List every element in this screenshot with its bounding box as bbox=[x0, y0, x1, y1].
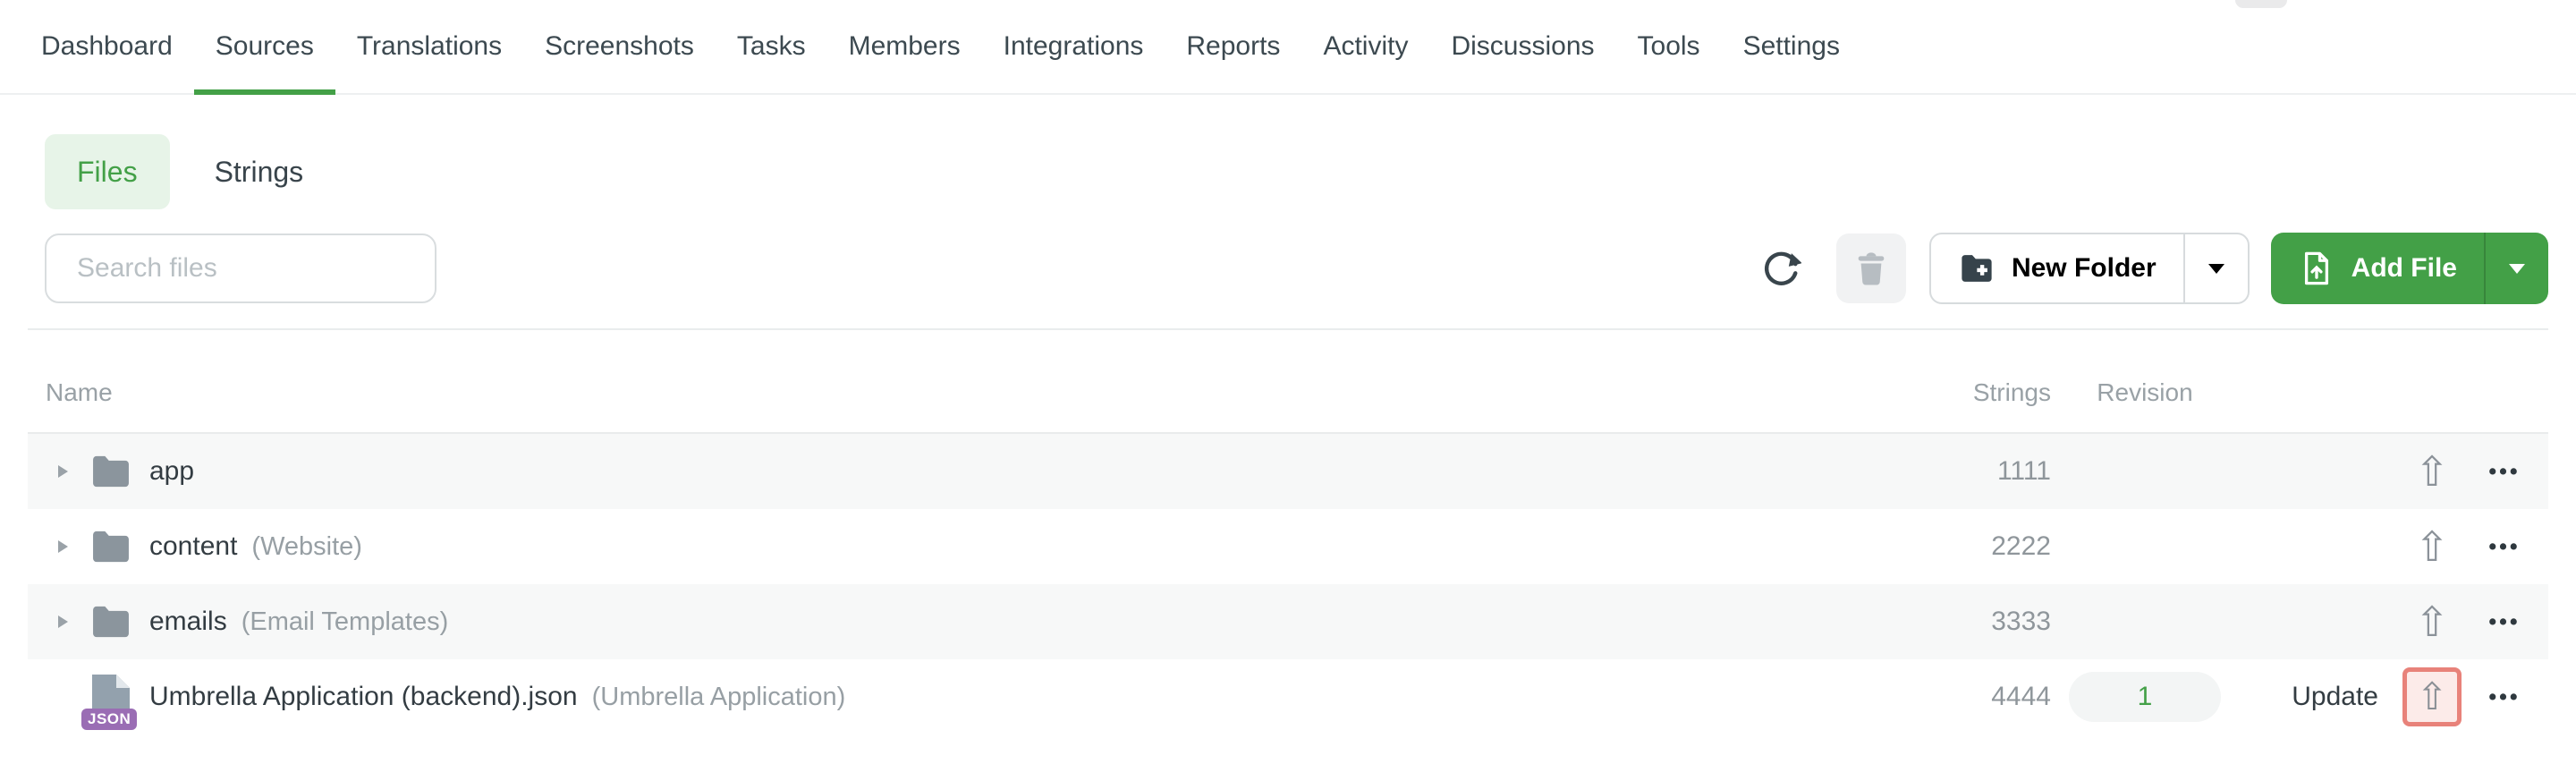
strings-count: 3333 bbox=[1991, 607, 2051, 636]
folder-icon bbox=[93, 531, 129, 563]
nav-tab-dashboard[interactable]: Dashboard bbox=[20, 0, 194, 93]
column-header-revision[interactable]: Revision bbox=[2051, 378, 2239, 407]
nav-tab-reports[interactable]: Reports bbox=[1165, 0, 1301, 93]
more-menu-icon[interactable]: ••• bbox=[2488, 534, 2520, 560]
nav-tab-settings[interactable]: Settings bbox=[1722, 0, 1861, 93]
file-annotation: (Umbrella Application) bbox=[591, 683, 846, 711]
refresh-icon bbox=[1764, 251, 1801, 285]
column-header-strings[interactable]: Strings bbox=[1899, 378, 2051, 407]
nav-tab-tools[interactable]: Tools bbox=[1616, 0, 1722, 93]
upload-icon[interactable]: ⇧ bbox=[2415, 601, 2450, 642]
upload-icon[interactable]: ⇧ bbox=[2415, 526, 2450, 567]
strings-count: 4444 bbox=[1991, 682, 2051, 711]
nav-tab-activity[interactable]: Activity bbox=[1301, 0, 1429, 93]
chevron-down-icon bbox=[2509, 263, 2525, 274]
upload-icon[interactable]: ⇧ bbox=[2416, 678, 2447, 716]
new-folder-split-button: New Folder bbox=[1928, 233, 2250, 304]
expand-caret-icon[interactable] bbox=[57, 540, 68, 553]
add-file-label: Add File bbox=[2351, 253, 2457, 283]
upload-highlight-box: ⇧ bbox=[2402, 667, 2462, 726]
folder-plus-icon bbox=[1962, 255, 1992, 282]
nav-tab-sources[interactable]: Sources bbox=[193, 0, 335, 95]
nav-tab-members[interactable]: Members bbox=[827, 0, 982, 93]
folder-annotation: (Email Templates) bbox=[241, 607, 449, 636]
refresh-button[interactable] bbox=[1758, 245, 1804, 292]
top-navigation: Dashboard Sources Translations Screensho… bbox=[0, 0, 2576, 95]
table-row-folder-content[interactable]: content (Website) 2222 ⇧ ••• bbox=[28, 509, 2548, 584]
column-header-name[interactable]: Name bbox=[40, 378, 1899, 407]
cut-off-top-element bbox=[2235, 0, 2287, 8]
folder-icon bbox=[93, 606, 129, 638]
tab-strings[interactable]: Strings bbox=[215, 156, 304, 189]
files-toolbar: New Folder Add File bbox=[28, 233, 2548, 304]
add-file-dropdown-button[interactable] bbox=[2484, 233, 2548, 304]
table-row-folder-app[interactable]: app 1111 ⇧ ••• bbox=[28, 434, 2548, 509]
revision-badge[interactable]: 1 bbox=[2069, 672, 2221, 722]
file-name[interactable]: Umbrella Application (backend).json bbox=[149, 682, 578, 712]
tab-files[interactable]: Files bbox=[45, 134, 170, 209]
nav-tab-translations[interactable]: Translations bbox=[335, 0, 523, 93]
table-header: Name Strings Revision bbox=[28, 330, 2548, 434]
json-file-icon: JSON bbox=[81, 675, 138, 730]
table-row-file-umbrella-json[interactable]: JSON Umbrella Application (backend).json… bbox=[28, 659, 2548, 734]
table-row-folder-emails[interactable]: emails (Email Templates) 3333 ⇧ ••• bbox=[28, 584, 2548, 659]
folder-name[interactable]: content bbox=[149, 531, 237, 562]
more-menu-icon[interactable]: ••• bbox=[2488, 684, 2520, 710]
files-table: Name Strings Revision app 1111 ⇧ ••• con… bbox=[28, 330, 2548, 734]
folder-annotation: (Website) bbox=[251, 532, 362, 561]
nav-tab-discussions[interactable]: Discussions bbox=[1429, 0, 1615, 93]
chevron-down-icon bbox=[2207, 263, 2224, 274]
folder-name[interactable]: app bbox=[149, 456, 194, 487]
expand-caret-icon[interactable] bbox=[57, 615, 68, 628]
file-type-badge: JSON bbox=[81, 709, 138, 730]
more-menu-icon[interactable]: ••• bbox=[2488, 459, 2520, 485]
strings-count: 1111 bbox=[1996, 456, 2051, 486]
add-file-button[interactable]: Add File bbox=[2271, 233, 2484, 304]
upload-icon[interactable]: ⇧ bbox=[2415, 451, 2450, 492]
nav-tab-screenshots[interactable]: Screenshots bbox=[523, 0, 716, 93]
nav-tab-tasks[interactable]: Tasks bbox=[716, 0, 827, 93]
expand-caret-icon[interactable] bbox=[57, 465, 68, 478]
folder-icon bbox=[93, 455, 129, 488]
toolbar-actions: New Folder Add File bbox=[1758, 233, 2548, 304]
new-folder-label: New Folder bbox=[2011, 253, 2157, 283]
search-input[interactable] bbox=[45, 233, 436, 303]
nav-tab-integrations[interactable]: Integrations bbox=[982, 0, 1165, 93]
folder-name[interactable]: emails bbox=[149, 607, 227, 637]
trash-icon bbox=[1858, 252, 1885, 285]
more-menu-icon[interactable]: ••• bbox=[2488, 609, 2520, 635]
add-file-split-button: Add File bbox=[2270, 233, 2548, 304]
view-switch: Files Strings bbox=[28, 134, 2548, 209]
update-link[interactable]: Update bbox=[2292, 682, 2378, 711]
strings-count: 2222 bbox=[1991, 531, 2051, 561]
delete-button[interactable] bbox=[1835, 233, 1906, 303]
new-folder-button[interactable]: New Folder bbox=[1931, 234, 2183, 302]
file-add-icon bbox=[2304, 251, 2328, 285]
new-folder-dropdown-button[interactable] bbox=[2182, 234, 2248, 302]
